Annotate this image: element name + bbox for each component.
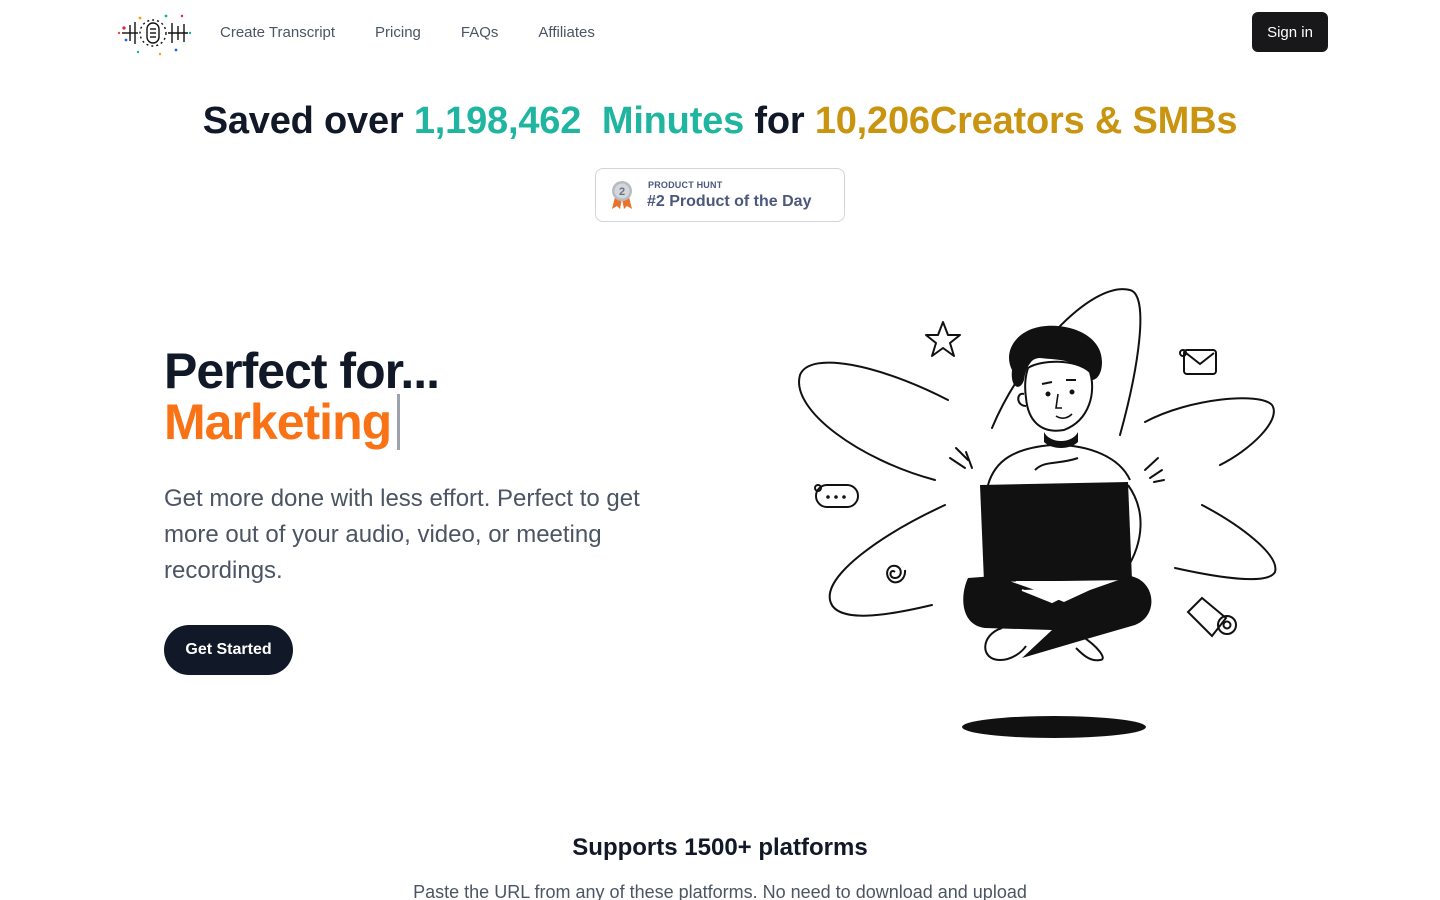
sign-in-button[interactable]: Sign in [1252, 12, 1328, 52]
orbit-right-top [1144, 397, 1275, 466]
stats-headline: Saved over 1,198,462 Minutes for 10,206C… [0, 100, 1440, 143]
person-legs [963, 576, 1152, 658]
stats-connector: for [754, 100, 805, 142]
typing-caret [397, 394, 401, 450]
badge-title: #2 Product of the Day [647, 193, 812, 210]
laptop [980, 482, 1132, 582]
site-header: Create Transcript Pricing FAQs Affiliate… [0, 0, 1440, 64]
get-started-button[interactable]: Get Started [164, 625, 293, 675]
nav-faqs[interactable]: FAQs [461, 22, 499, 44]
creators-label: Creators & SMBs [929, 100, 1238, 142]
hero-title: Perfect for... [164, 343, 440, 399]
envelope-icon [1179, 349, 1217, 375]
hero-illustration [798, 288, 1277, 738]
star-icon [925, 321, 961, 357]
nav-pricing[interactable]: Pricing [375, 22, 421, 44]
platforms-subtitle: Paste the URL from any of these platform… [413, 882, 1027, 900]
minutes-label: Minutes [601, 100, 745, 142]
product-hunt-badge[interactable]: 2 PRODUCT HUNT #2 Product of the Day [595, 168, 845, 222]
nav-create-transcript[interactable]: Create Transcript [220, 22, 335, 44]
logo-icon[interactable] [116, 10, 192, 58]
platforms-title: Supports 1500+ platforms [572, 834, 868, 861]
person-face [1024, 360, 1094, 432]
main-nav: Create Transcript Pricing FAQs Affiliate… [220, 22, 595, 44]
medal-icon: 2 [612, 181, 632, 209]
minutes-count: 1,198,462 [413, 100, 582, 142]
medal-rank: 2 [619, 186, 625, 198]
creators-count: 10,206 [814, 100, 930, 142]
hero-description: Get more done with less effort. Perfect … [164, 485, 640, 584]
floor-shadow [962, 716, 1146, 738]
nav-affiliates[interactable]: Affiliates [538, 22, 594, 44]
stats-prefix: Saved over [202, 100, 404, 142]
orbit-right-bottom [1174, 504, 1277, 581]
orbit-left-top [798, 361, 949, 481]
hero-typed-word: Marketing [164, 394, 401, 450]
spiral-icon [886, 564, 907, 584]
orbit-left-bottom [828, 504, 946, 617]
typed-text: Marketing [164, 394, 392, 450]
email-at-icon [1186, 596, 1237, 638]
badge-label: PRODUCT HUNT [648, 180, 723, 190]
